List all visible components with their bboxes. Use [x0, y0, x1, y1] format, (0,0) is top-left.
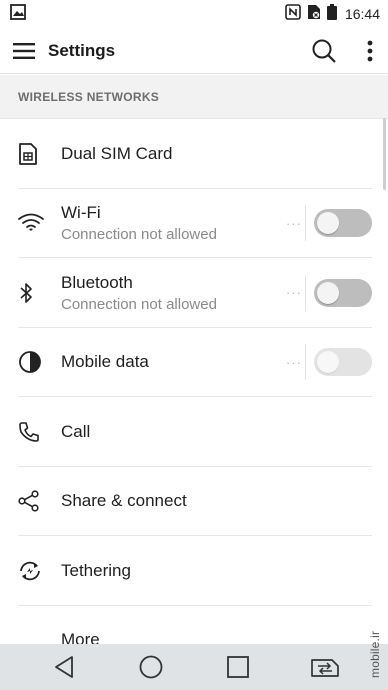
search-button[interactable]: [304, 28, 344, 74]
toggle-knob: [317, 212, 339, 235]
toggle-knob: [317, 351, 339, 374]
setting-row-call[interactable]: Call: [0, 397, 388, 467]
divider: [305, 344, 306, 381]
toggle-knob: [317, 281, 339, 304]
hamburger-menu-icon: [13, 42, 35, 59]
tethering-icon: [0, 536, 61, 606]
scrollbar-thumb[interactable]: [383, 118, 386, 190]
setting-label: Bluetooth: [61, 272, 133, 292]
setting-label: Wi-Fi: [61, 203, 101, 223]
divider: [305, 205, 306, 242]
recents-button[interactable]: [212, 644, 264, 690]
navigation-bar: [0, 644, 388, 690]
phone-icon: [0, 397, 61, 467]
share-icon: [0, 467, 61, 537]
app-bar: Settings: [0, 28, 388, 74]
overflow-menu-button[interactable]: [352, 28, 388, 74]
bluetooth-icon: [0, 258, 61, 328]
more-options-dots-icon[interactable]: ···: [283, 258, 305, 328]
menu-button[interactable]: [0, 28, 48, 74]
divider: [305, 274, 306, 311]
setting-row-more[interactable]: More: [0, 606, 388, 645]
recents-square-icon: [226, 656, 249, 678]
more-options-dots-icon[interactable]: ···: [283, 328, 305, 398]
more-vert-icon: [367, 40, 373, 61]
gallery-notification-icon: [10, 3, 26, 25]
home-button[interactable]: [125, 644, 177, 690]
setting-label: Dual SIM Card: [61, 143, 173, 163]
setting-summary: Connection not allowed: [61, 226, 217, 244]
mobile-data-toggle[interactable]: [314, 348, 372, 377]
sim-status-icon: [307, 4, 321, 25]
setting-label: Share & connect: [61, 491, 187, 511]
settings-list[interactable]: WIRELESS NETWORKS Dual SIM Card Wi-Fi Co…: [0, 75, 388, 644]
page-title: Settings: [48, 40, 116, 60]
setting-row-share-connect[interactable]: Share & connect: [0, 467, 388, 537]
wifi-toggle[interactable]: [314, 209, 372, 238]
nfc-icon: [285, 3, 301, 25]
status-time: 16:44: [344, 6, 380, 22]
setting-row-bluetooth[interactable]: Bluetooth Connection not allowed ···: [0, 258, 388, 328]
setting-label: More: [61, 629, 100, 645]
search-icon: [312, 39, 336, 63]
section-header: WIRELESS NETWORKS: [0, 75, 388, 119]
back-triangle-icon: [54, 656, 73, 678]
setting-row-tethering[interactable]: Tethering: [0, 536, 388, 606]
back-button[interactable]: [38, 644, 90, 690]
watermark: mobile.ir: [368, 630, 382, 678]
sim-switch-button[interactable]: [299, 644, 351, 690]
setting-label: Mobile data: [61, 352, 149, 372]
wifi-icon: [0, 189, 61, 259]
setting-row-wifi[interactable]: Wi-Fi Connection not allowed ···: [0, 189, 388, 259]
setting-row-mobile-data[interactable]: Mobile data ···: [0, 328, 388, 398]
setting-label: Call: [61, 421, 91, 441]
mobile-data-icon: [0, 328, 61, 398]
setting-label: Tethering: [61, 560, 131, 580]
more-options-dots-icon[interactable]: ···: [283, 189, 305, 259]
battery-icon: [326, 3, 337, 25]
sim-card-icon: [0, 119, 61, 189]
bluetooth-toggle[interactable]: [314, 278, 372, 307]
setting-row-dual-sim[interactable]: Dual SIM Card: [0, 119, 388, 189]
sim-switch-icon: [310, 659, 339, 677]
home-circle-icon: [139, 655, 162, 679]
status-bar: 16:44: [0, 0, 388, 28]
setting-summary: Connection not allowed: [61, 295, 217, 313]
